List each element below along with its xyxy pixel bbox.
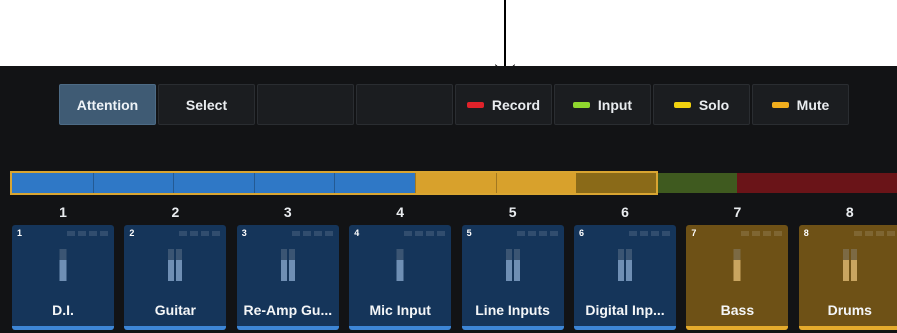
channel-index: 8: [803, 228, 809, 238]
channel-number: 6: [621, 204, 629, 220]
channel-name: Drums: [827, 302, 872, 318]
attention-label: Attention: [76, 96, 139, 113]
mono-meter-icon: [396, 249, 404, 281]
record-label: Record: [491, 96, 541, 113]
channel-name: D.I.: [52, 302, 74, 318]
channel-tile[interactable]: 1 D.I.: [12, 225, 114, 330]
status-leds-icon: [629, 231, 670, 236]
stereo-meter-icon: [842, 249, 857, 281]
blank-2-button[interactable]: [257, 84, 354, 125]
mono-meter-icon: [59, 249, 67, 281]
channel-tile[interactable]: 4 Mic Input: [349, 225, 452, 330]
bank-overview[interactable]: [0, 168, 897, 195]
channel-number: 2: [171, 204, 180, 220]
status-leds-icon: [404, 231, 446, 236]
channel-number: 8: [845, 204, 854, 220]
record-color-icon: [466, 101, 484, 108]
solo-button[interactable]: Solo: [653, 84, 750, 125]
record-button[interactable]: Record: [455, 84, 552, 125]
channel-tile[interactable]: 7 Bass: [686, 225, 789, 330]
stereo-meter-icon: [168, 249, 183, 281]
status-leds-icon: [179, 231, 221, 236]
channel-color-bar: [12, 326, 114, 330]
channel-index: 1: [17, 228, 23, 238]
channel-index: 3: [241, 228, 247, 238]
channel-color-bar: [574, 326, 676, 330]
channel-color-bar: [236, 326, 339, 330]
status-leds-icon: [853, 231, 895, 236]
channel-index: 5: [466, 228, 472, 238]
channel-number: 7: [733, 204, 742, 220]
channel-tile[interactable]: 3 Re-Amp Gu...: [236, 225, 339, 330]
visible-range-frame: [10, 171, 658, 195]
channel-tile[interactable]: 6 Digital Inp...: [574, 225, 676, 330]
channel-index: 7: [691, 228, 697, 238]
stereo-meter-icon: [280, 249, 295, 281]
channel-name: Bass: [720, 302, 755, 318]
attention-button[interactable]: Attention: [59, 84, 156, 125]
mode-toolbar: Attention Select Record Input Solo Mute: [59, 84, 849, 125]
channel-name: Mic Input: [369, 302, 431, 318]
select-label: Select: [185, 96, 228, 113]
stereo-meter-icon: [618, 249, 632, 281]
channel-index: 4: [354, 228, 360, 238]
channel-name: Line Inputs: [475, 302, 550, 318]
channel-name: Re-Amp Gu...: [243, 302, 333, 318]
bank-segment[interactable]: [656, 173, 738, 193]
channel-index: 2: [129, 228, 135, 238]
channel-color-bar: [798, 326, 897, 330]
mute-label: Mute: [796, 96, 830, 113]
input-button[interactable]: Input: [554, 84, 651, 125]
channel-number: 3: [283, 204, 292, 220]
channel-color-bar: [124, 326, 227, 330]
input-label: Input: [597, 96, 633, 113]
status-leds-icon: [516, 231, 558, 236]
status-leds-icon: [67, 231, 108, 236]
status-leds-icon: [741, 231, 783, 236]
channel-number: 4: [396, 204, 405, 220]
mute-button[interactable]: Mute: [752, 84, 849, 125]
status-leds-icon: [291, 231, 333, 236]
solo-label: Solo: [698, 96, 730, 113]
bank-segment[interactable]: [737, 173, 897, 193]
mute-color-icon: [771, 101, 789, 108]
channel-index: 6: [579, 228, 585, 238]
channel-color-bar: [686, 326, 789, 330]
channel-color-bar: [349, 326, 452, 330]
channel-number: 1: [59, 204, 67, 220]
select-button[interactable]: Select: [158, 84, 255, 125]
channel-tile[interactable]: 5 Line Inputs: [461, 225, 564, 330]
stereo-meter-icon: [505, 249, 520, 281]
channel-tile[interactable]: 2 Guitar: [124, 225, 227, 330]
channel-name: Guitar: [154, 302, 196, 318]
blank-3-button[interactable]: [356, 84, 453, 125]
mixer-panel: Attention Select Record Input Solo Mute 1 1 D.I…: [0, 66, 897, 333]
input-color-icon: [572, 101, 590, 108]
channel-number: 5: [508, 204, 517, 220]
channel-color-bar: [461, 326, 564, 330]
solo-color-icon: [673, 101, 691, 108]
channel-tile[interactable]: 8 Drums: [798, 225, 897, 330]
mono-meter-icon: [733, 249, 741, 281]
channel-name: Digital Inp...: [585, 302, 665, 318]
